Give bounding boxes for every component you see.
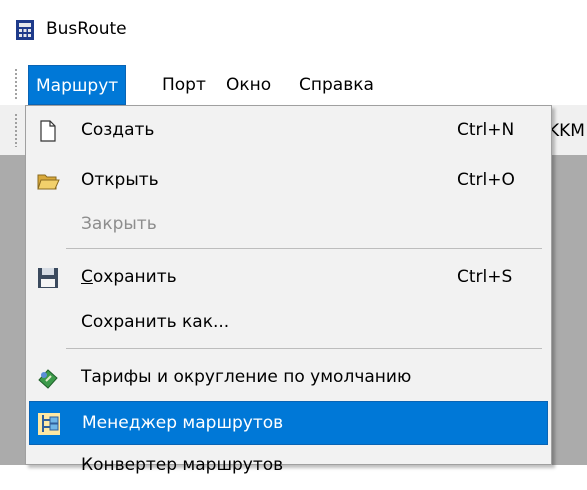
- menu-item-label: Сохранить: [81, 267, 177, 287]
- client-left-panel: [0, 155, 27, 465]
- floppy-disk-icon: [38, 268, 58, 288]
- window-title: BusRoute: [46, 19, 127, 39]
- menu-separator: [66, 348, 542, 349]
- menu-item-route-converter[interactable]: Конвертер маршрутов: [29, 446, 548, 490]
- menu-item-shortcut: Ctrl+S: [457, 267, 513, 287]
- menu-window[interactable]: Окно: [219, 65, 278, 105]
- label-rest: охранить: [92, 267, 177, 287]
- route-menu-dropdown: Создать Ctrl+N Открыть Ctrl+O Закрыть Со…: [25, 105, 552, 475]
- menu-item-save-as[interactable]: Сохранить как...: [29, 301, 548, 345]
- toolbar-kkm-label[interactable]: KKM: [548, 121, 585, 141]
- toolbar-grip-handle[interactable]: [14, 113, 18, 147]
- menu-item-label: Создать: [81, 120, 155, 140]
- menu-bar: Маршрут Порт Окно Справка: [0, 60, 587, 105]
- menu-route[interactable]: Маршрут: [28, 65, 127, 105]
- new-document-icon: [40, 120, 56, 142]
- app-calculator-icon: [16, 20, 34, 40]
- menu-item-label: Закрыть: [81, 214, 157, 234]
- menu-port[interactable]: Порт: [155, 65, 213, 105]
- open-folder-icon: [37, 174, 60, 190]
- menubar-grip-handle[interactable]: [14, 68, 18, 100]
- menu-item-label: Менеджер маршрутов: [82, 413, 284, 433]
- menu-item-create[interactable]: Создать Ctrl+N: [29, 109, 548, 153]
- menu-item-save[interactable]: Сохранить Ctrl+S: [29, 256, 548, 300]
- menu-item-label: Открыть: [81, 170, 159, 190]
- menu-item-label: Тарифы и округление по умолчанию: [81, 367, 412, 387]
- route-manager-icon: [38, 413, 60, 435]
- menu-item-label: Конвертер маршрутов: [81, 455, 284, 475]
- menu-item-route-manager[interactable]: Менеджер маршрутов: [29, 401, 548, 445]
- menu-item-shortcut: Ctrl+N: [457, 120, 515, 140]
- mnemonic-char: С: [81, 267, 93, 287]
- menu-item-tariffs[interactable]: Тарифы и округление по умолчанию: [29, 356, 548, 400]
- tariff-icon: [38, 369, 58, 389]
- menu-item-label: Сохранить как...: [81, 312, 230, 332]
- menu-separator: [66, 248, 542, 249]
- menu-help[interactable]: Справка: [292, 65, 381, 105]
- menu-item-shortcut: Ctrl+O: [457, 170, 515, 190]
- menu-item-open[interactable]: Открыть Ctrl+O: [29, 159, 548, 203]
- menu-item-close: Закрыть: [29, 203, 548, 247]
- title-bar: BusRoute: [0, 0, 587, 60]
